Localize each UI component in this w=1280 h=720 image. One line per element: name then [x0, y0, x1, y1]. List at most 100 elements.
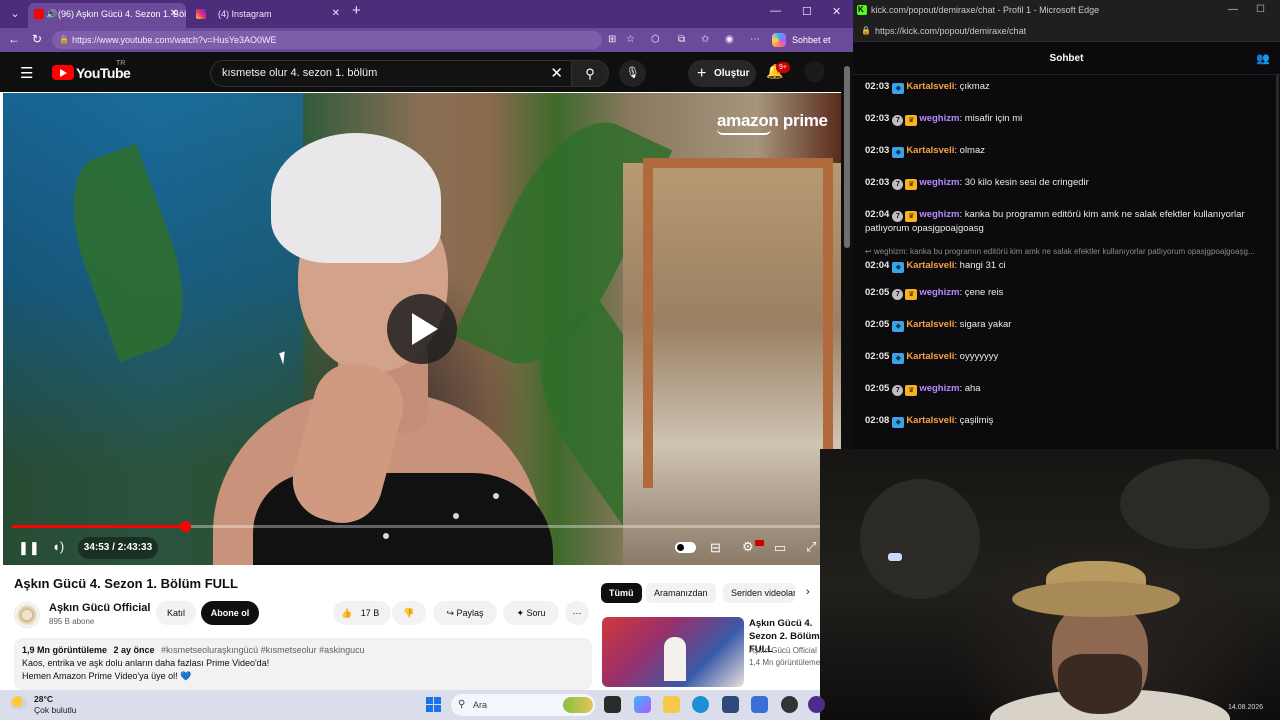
center-play-button[interactable]	[387, 294, 457, 364]
create-button[interactable]: + Oluştur	[688, 60, 756, 87]
menu-icon[interactable]: ☰	[20, 64, 33, 82]
autoplay-toggle[interactable]	[675, 542, 696, 553]
hashtags[interactable]: #kısmetseoluraşkıngücü #kısmetseolur #as…	[161, 645, 365, 655]
obs-icon[interactable]	[781, 696, 798, 713]
country-code: TR	[116, 60, 126, 67]
volume-icon[interactable]: ◖)	[52, 539, 64, 554]
more-actions-icon[interactable]: ⋯	[565, 601, 589, 625]
users-icon[interactable]: 👥	[1256, 43, 1270, 75]
share-button[interactable]: ↪ Paylaş	[433, 601, 497, 625]
clear-search-icon[interactable]: ✕	[550, 61, 563, 86]
message-username[interactable]: weghizm	[919, 209, 959, 220]
video-player[interactable]: amazon prime	[3, 93, 841, 565]
watermark-text: amazon prime	[717, 111, 828, 130]
taskbar-search[interactable]: ⚲ Ara	[451, 694, 595, 716]
search-button[interactable]: ⚲	[571, 60, 609, 87]
progress-fill	[12, 525, 185, 528]
description-box[interactable]: 1,9 Mn görüntüleme 2 ay önce #kısmetseol…	[14, 638, 592, 690]
start-button[interactable]	[426, 697, 441, 712]
copilot-button[interactable]: Sohbet et	[772, 32, 853, 48]
chat-scrollbar[interactable]	[1276, 75, 1279, 449]
weather-desc[interactable]: Çok bulutlu	[34, 705, 77, 715]
search-input[interactable]: kısmetse olur 4. sezon 1. bölüm ✕	[210, 60, 572, 87]
message-username[interactable]: weghizm	[919, 177, 959, 188]
chip-all[interactable]: Tümü	[601, 583, 642, 603]
fullscreen-icon[interactable]: ⤢	[806, 539, 816, 555]
speaker-icon[interactable]: 🔊	[46, 3, 57, 25]
mic-icon[interactable]: 🎙	[619, 60, 646, 87]
view-count: 1,9 Mn görüntüleme	[22, 645, 108, 655]
close-window-icon[interactable]: ✕	[832, 5, 841, 18]
avatar[interactable]	[804, 61, 825, 82]
weather-temp[interactable]: 28°C	[34, 694, 53, 704]
like-button[interactable]: 👍 17 B	[333, 601, 391, 625]
message-username[interactable]: Kartalsveli	[906, 351, 954, 362]
rec-thumbnail[interactable]	[602, 617, 744, 687]
extension-icon[interactable]: ⬡	[651, 34, 660, 45]
progress-scrubber[interactable]	[179, 521, 191, 532]
maximize-icon[interactable]: ☐	[1256, 0, 1265, 20]
chip-series[interactable]: Seriden videolar	[723, 583, 795, 603]
ask-button[interactable]: ✦ Soru	[503, 601, 559, 625]
youtube-logo[interactable]: YouTube TR	[52, 60, 131, 81]
join-button[interactable]: Katıl	[156, 601, 196, 625]
reply-preview[interactable]: ↩ weghizm: kanka bu programın editörü ki…	[865, 247, 1270, 256]
theater-mode-icon[interactable]: ▭	[774, 540, 786, 556]
split-screen-icon[interactable]: ⧉	[678, 34, 685, 45]
dislike-button[interactable]: 👎	[392, 601, 426, 625]
progress-bar[interactable]	[12, 521, 820, 532]
message-username[interactable]: Kartalsveli	[906, 319, 954, 330]
rec-view-count: 1,4 Mn görüntüleme	[749, 658, 821, 667]
tab-instagram[interactable]: (4) Instagram ✕	[188, 3, 348, 28]
close-tab-icon[interactable]: ✕	[170, 3, 178, 25]
close-tab-icon[interactable]: ✕	[332, 3, 340, 25]
url-field[interactable]: 🔒 https://www.youtube.com/watch?v=HusYe3…	[52, 31, 602, 49]
back-icon[interactable]: ←	[8, 32, 20, 46]
message-username[interactable]: Kartalsveli	[906, 145, 954, 156]
message-username[interactable]: weghizm	[919, 383, 959, 394]
app-icon[interactable]	[808, 696, 825, 713]
level-badge-icon: 7	[892, 385, 904, 396]
apps-icon[interactable]: ⊞	[608, 34, 616, 45]
store-icon[interactable]	[722, 696, 739, 713]
file-explorer-icon[interactable]	[663, 696, 680, 713]
maximize-icon[interactable]: ☐	[802, 5, 812, 18]
outlook-icon[interactable]	[751, 696, 768, 713]
message-username[interactable]: Kartalsveli	[906, 81, 954, 92]
subscribe-button[interactable]: Abone ol	[201, 601, 259, 625]
chevron-right-icon[interactable]: ›	[806, 586, 810, 598]
tab-actions-icon[interactable]: ⌄	[4, 4, 26, 24]
weather-icon[interactable]	[10, 696, 28, 710]
message-username[interactable]: Kartalsveli	[906, 260, 954, 271]
profile-icon[interactable]: ◉	[725, 34, 734, 45]
chat-message: 02:03 7 ♛ weghizm: misafir için mi	[865, 112, 1270, 126]
message-username[interactable]: Kartalsveli	[906, 415, 954, 426]
message-username[interactable]: weghizm	[919, 287, 959, 298]
more-icon[interactable]: ⋯	[750, 34, 760, 45]
channel-avatar[interactable]	[14, 602, 40, 628]
refresh-icon[interactable]: ↻	[32, 32, 42, 46]
copilot-icon[interactable]	[634, 696, 651, 713]
chip-from-search[interactable]: Aramanızdan	[646, 583, 716, 603]
channel-subscribers: 895 B abone	[49, 617, 95, 626]
settings-gear-icon[interactable]: ⚙	[742, 539, 754, 555]
scrollbar-thumb[interactable]	[844, 66, 850, 248]
chat-address-bar[interactable]: 🔒 https://kick.com/popout/demiraxe/chat	[853, 20, 1280, 42]
message-username[interactable]: weghizm	[919, 113, 959, 124]
tab-youtube[interactable]: 🔊 (96) Aşkın Gücü 4. Sezon 1. Bölüm FULL…	[28, 3, 186, 28]
new-tab-icon[interactable]: +	[352, 2, 361, 19]
edge-icon[interactable]	[692, 696, 709, 713]
message-timestamp: 02:03	[865, 113, 890, 124]
share-label: Paylaş	[456, 608, 484, 618]
subtitles-icon[interactable]: ⊟	[710, 540, 721, 556]
message-timestamp: 02:05	[865, 383, 890, 394]
minimize-icon[interactable]: —	[1228, 0, 1238, 20]
channel-name[interactable]: Aşkın Gücü Official	[49, 602, 150, 614]
favorites-icon[interactable]: ✩	[701, 34, 709, 45]
level-badge-icon: 7	[892, 115, 904, 126]
youtube-header: ☰ YouTube TR kısmetse olur 4. sezon 1. b…	[0, 52, 853, 92]
task-view-icon[interactable]	[604, 696, 621, 713]
star-icon[interactable]: ☆	[626, 34, 635, 45]
minimize-icon[interactable]: —	[770, 5, 781, 17]
pause-icon[interactable]: ❚❚	[18, 540, 40, 556]
